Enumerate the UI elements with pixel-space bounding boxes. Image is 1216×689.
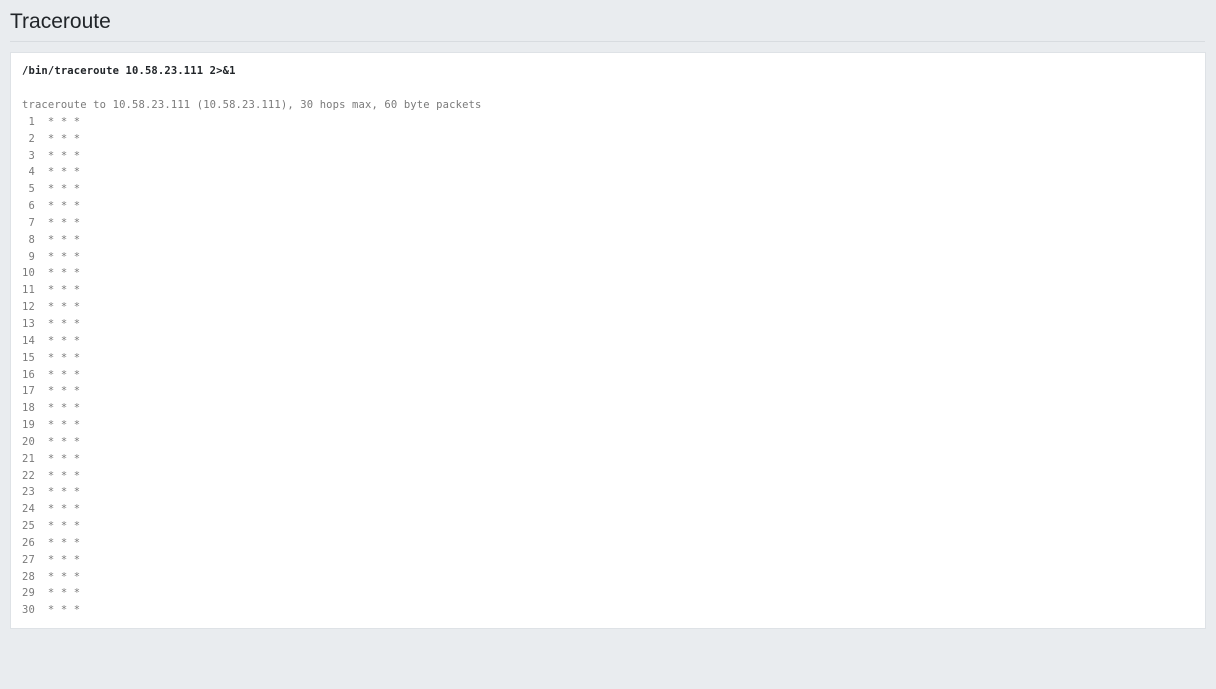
page-header: Traceroute	[10, 0, 1205, 42]
hop-line: 27 * * *	[22, 553, 81, 566]
hop-line: 10 * * *	[22, 267, 81, 280]
hop-line: 14 * * *	[22, 334, 81, 347]
output-panel: /bin/traceroute 10.58.23.111 2>&1 tracer…	[10, 52, 1206, 629]
hop-line: 2 * * *	[22, 132, 81, 145]
trace-output[interactable]: traceroute to 10.58.23.111 (10.58.23.111…	[22, 97, 481, 619]
hop-line: 20 * * *	[22, 435, 81, 448]
hop-line: 1 * * *	[22, 115, 81, 128]
hop-line: 24 * * *	[22, 503, 81, 516]
hop-line: 6 * * *	[22, 200, 81, 213]
hop-line: 22 * * *	[22, 469, 81, 482]
hop-line: 7 * * *	[22, 216, 81, 229]
hop-line: 15 * * *	[22, 351, 81, 364]
hop-line: 12 * * *	[22, 301, 81, 314]
command-line: /bin/traceroute 10.58.23.111 2>&1	[22, 65, 236, 77]
hop-line: 29 * * *	[22, 587, 81, 600]
hop-line: 8 * * *	[22, 233, 81, 246]
hop-line: 4 * * *	[22, 166, 81, 179]
hop-line: 26 * * *	[22, 536, 81, 549]
hop-line: 11 * * *	[22, 284, 81, 297]
trace-header-line: traceroute to 10.58.23.111 (10.58.23.111…	[22, 99, 482, 111]
hop-line: 23 * * *	[22, 486, 81, 499]
hop-line: 21 * * *	[22, 452, 81, 465]
hop-line: 3 * * *	[22, 149, 81, 162]
hop-line: 25 * * *	[22, 520, 81, 533]
hop-line: 5 * * *	[22, 183, 81, 196]
hop-lines: 1 * * * 2 * * * 3 * * * 4 * * * 5 * * * …	[22, 114, 481, 619]
traceroute-page: Traceroute /bin/traceroute 10.58.23.111 …	[0, 0, 1216, 689]
hop-line: 9 * * *	[22, 250, 81, 263]
page-title: Traceroute	[10, 10, 111, 33]
hop-line: 16 * * *	[22, 368, 81, 381]
hop-line: 13 * * *	[22, 317, 81, 330]
hop-line: 30 * * *	[22, 604, 81, 617]
hop-line: 18 * * *	[22, 402, 81, 415]
hop-line: 28 * * *	[22, 570, 81, 583]
hop-line: 17 * * *	[22, 385, 81, 398]
hop-line: 19 * * *	[22, 419, 81, 432]
